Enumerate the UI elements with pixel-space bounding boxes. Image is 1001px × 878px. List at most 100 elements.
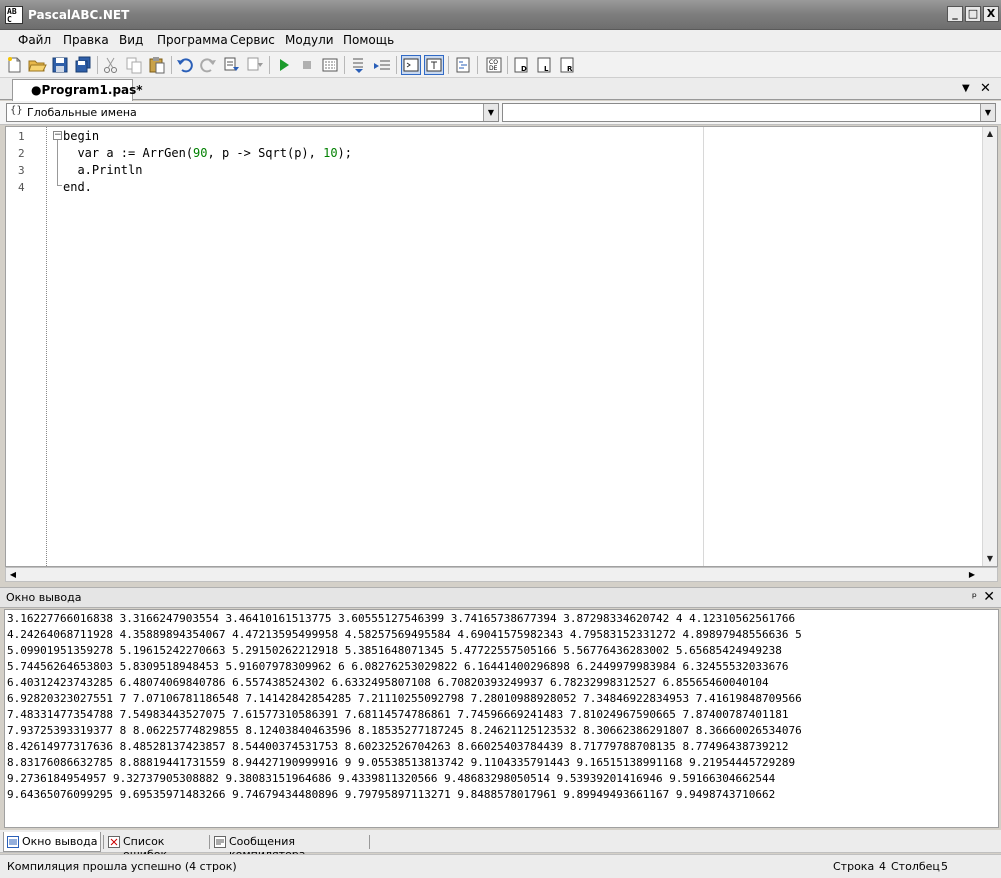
maximize-button[interactable]: □ — [965, 6, 981, 22]
tab-separator — [103, 835, 104, 849]
menu-modules[interactable]: Модули — [285, 33, 334, 47]
scroll-left-icon[interactable]: ◀ — [6, 568, 20, 581]
error-list-icon — [108, 836, 120, 848]
tab-separator — [369, 835, 370, 849]
member-combo[interactable]: ▼ — [502, 103, 996, 122]
title-bar: AB C PascalABC.NET _ □ X — [0, 0, 1001, 30]
step-over-icon[interactable] — [372, 55, 392, 75]
format-icon[interactable] — [453, 55, 473, 75]
close-button[interactable]: X — [983, 6, 999, 22]
output-line: 7.48331477354788 7.54983443527075 7.6157… — [7, 708, 789, 721]
menu-bar: Файл Правка Вид Программа Сервис Модули … — [0, 30, 1001, 52]
right-margin-ruler — [703, 127, 704, 566]
menu-edit[interactable]: Правка — [63, 33, 109, 47]
run-icon[interactable] — [274, 55, 294, 75]
paste-icon[interactable] — [147, 55, 167, 75]
tab-output-window-label: Окно вывода — [22, 835, 98, 848]
status-message: Компиляция прошла успешно (4 строк) — [7, 860, 237, 873]
output-line: 5.74456264653803 5.8309518948453 5.91607… — [7, 660, 789, 673]
svg-text:R: R — [567, 65, 573, 73]
output-line: 5.09901951359278 5.19615242270663 5.2915… — [7, 644, 782, 657]
scope-combo-value: Глобальные имена — [27, 106, 137, 119]
output-line: 8.42614977317636 8.48528137423857 8.5440… — [7, 740, 789, 753]
code-line: end. — [63, 180, 92, 194]
step-into-icon[interactable] — [349, 55, 369, 75]
tab-compiler-messages[interactable]: Сообщения компилятора — [211, 832, 371, 861]
toolbar-separator — [171, 56, 172, 74]
code-line: begin — [63, 129, 100, 143]
fold-toggle-icon[interactable]: − — [53, 131, 62, 140]
code-token: ); — [337, 146, 352, 160]
output-window-icon — [7, 836, 19, 848]
scope-combo[interactable]: {} Глобальные имена ▼ — [6, 103, 499, 122]
tab-separator — [209, 835, 210, 849]
scroll-right-icon[interactable]: ▶ — [965, 568, 979, 581]
namespace-icon: {} — [10, 105, 23, 116]
redo-icon[interactable] — [198, 55, 218, 75]
output-line: 9.64365076099295 9.69535971483266 9.7467… — [7, 788, 776, 801]
chevron-down-icon[interactable]: ▼ — [980, 104, 995, 121]
close-panel-icon[interactable]: ✕ — [983, 589, 995, 605]
scroll-up-icon[interactable]: ▲ — [983, 127, 997, 141]
undo-icon[interactable] — [175, 55, 195, 75]
output-line: 6.92820323027551 7 7.07106781186548 7.14… — [7, 692, 802, 705]
chevron-down-icon[interactable]: ▼ — [483, 104, 498, 121]
number-literal: 90 — [193, 146, 208, 160]
line-number-gutter: 1 2 3 4 — [6, 127, 48, 566]
open-icon[interactable] — [27, 55, 47, 75]
tab-program1[interactable]: ●Program1.pas* — [12, 79, 143, 101]
menu-service[interactable]: Сервис — [230, 33, 275, 47]
lib-icon[interactable]: L — [535, 55, 555, 75]
number-literal: 10 — [323, 146, 338, 160]
menu-view[interactable]: Вид — [119, 33, 143, 47]
scroll-down-icon[interactable]: ▼ — [983, 552, 997, 566]
toolbar-separator — [448, 56, 449, 74]
document-tab-strip: ●Program1.pas* ▼ ✕ — [0, 78, 1001, 101]
doc-icon[interactable]: D — [512, 55, 532, 75]
status-bar: Компиляция прошла успешно (4 строк) Стро… — [0, 854, 1001, 878]
output-text-area[interactable]: 3.16227766016838 3.3166247903554 3.46410… — [4, 609, 999, 828]
save-icon[interactable] — [50, 55, 70, 75]
tab-error-list[interactable]: Список ошибок — [105, 832, 207, 861]
tab-output-window[interactable]: Окно вывода — [3, 832, 101, 852]
app-icon[interactable]: AB C — [5, 6, 23, 24]
output-line: 7.93725393319377 8 8.06225774829855 8.12… — [7, 724, 802, 737]
fold-guide — [57, 140, 58, 185]
column-value: 5 — [941, 860, 948, 873]
new-file-icon[interactable] — [4, 55, 24, 75]
line-number: 3 — [18, 164, 25, 177]
code-token: var a := ArrGen( — [63, 146, 194, 160]
toolbar-separator — [477, 56, 478, 74]
copy-icon[interactable] — [124, 55, 144, 75]
pin-icon[interactable]: ᵖ — [972, 590, 977, 604]
save-all-icon[interactable] — [73, 55, 93, 75]
output-line: 3.16227766016838 3.3166247903554 3.46410… — [7, 612, 796, 625]
compiler-messages-icon — [214, 836, 226, 848]
debug-icon[interactable] — [320, 55, 340, 75]
compile-icon[interactable] — [222, 55, 242, 75]
cut-icon[interactable] — [101, 55, 121, 75]
build-icon[interactable] — [245, 55, 265, 75]
toolbar-separator — [396, 56, 397, 74]
text-mode-icon[interactable] — [424, 55, 444, 75]
editor-vertical-scrollbar[interactable]: ▲ ▼ — [982, 127, 997, 566]
minimize-button[interactable]: _ — [947, 6, 963, 22]
ref-icon[interactable]: R — [558, 55, 578, 75]
code-template-icon[interactable]: CO DE — [484, 55, 504, 75]
stop-icon[interactable] — [297, 55, 317, 75]
menu-file[interactable]: Файл — [18, 33, 51, 47]
output-toggle-icon[interactable] — [401, 55, 421, 75]
code-editor[interactable]: 1 2 3 4 − begin var a := ArrGen(90, p ->… — [5, 126, 998, 567]
line-number: 2 — [18, 147, 25, 160]
toolbar: CO DE D L R — [0, 52, 1001, 78]
gutter-divider — [46, 127, 47, 566]
tab-close-icon[interactable]: ✕ — [980, 81, 991, 96]
menu-help[interactable]: Помощь — [343, 33, 394, 47]
output-line: 4.24264068711928 4.35889894354067 4.4721… — [7, 628, 802, 641]
menu-program[interactable]: Программа — [157, 33, 228, 47]
toolbar-separator — [269, 56, 270, 74]
editor-horizontal-scrollbar[interactable]: ◀ ▶ — [5, 567, 998, 582]
tab-list-dropdown-icon[interactable]: ▼ — [962, 83, 970, 94]
line-number: 4 — [18, 181, 25, 194]
code-line: a.Println — [63, 163, 143, 177]
